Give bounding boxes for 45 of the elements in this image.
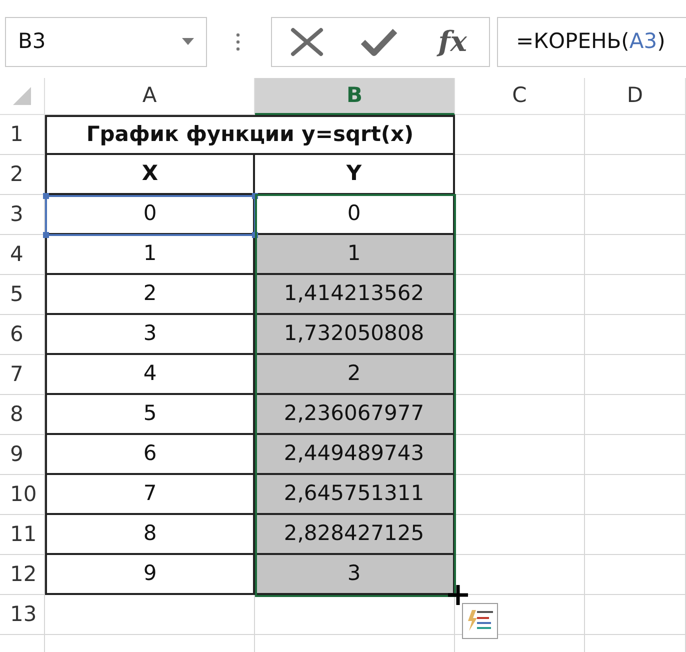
table-cell: X (45, 155, 255, 195)
insert-function-button[interactable]: fx (434, 20, 471, 62)
table-cell: 6 (45, 435, 255, 475)
check-button[interactable] (360, 26, 398, 56)
column-header[interactable]: A (45, 78, 255, 115)
row-header[interactable]: 13 (0, 595, 45, 635)
name-box[interactable]: B3 (5, 16, 207, 66)
row-header[interactable]: 5 (0, 275, 45, 315)
row-header[interactable]: 8 (0, 395, 45, 435)
quick-analysis-button[interactable] (462, 603, 498, 639)
table-cell: 8 (45, 515, 255, 555)
table-cell: 4 (45, 355, 255, 395)
crosshair-cursor-icon (447, 584, 469, 606)
table-cell: График функции y=sqrt(x) (45, 115, 455, 155)
table-cell: 3 (255, 555, 455, 595)
row-header[interactable]: 10 (0, 475, 45, 515)
row-header[interactable]: 11 (0, 515, 45, 555)
table-cell: 7 (45, 475, 255, 515)
row-header[interactable]: 1 (0, 115, 45, 155)
table-cell: Y (255, 155, 455, 195)
row-header[interactable]: 12 (0, 555, 45, 595)
row-header[interactable]: 9 (0, 435, 45, 475)
table-cell: 9 (45, 555, 255, 595)
table-cell: 2,828427125 (255, 515, 455, 555)
column-header[interactable]: B (255, 78, 455, 115)
cancel-button[interactable] (290, 26, 324, 56)
table-cell: 1 (45, 235, 255, 275)
table-cell: 2 (45, 275, 255, 315)
row-header[interactable]: 4 (0, 235, 45, 275)
dropdown-caret-icon[interactable] (182, 38, 194, 45)
row-header[interactable]: 7 (0, 355, 45, 395)
grip-dots-icon[interactable] (236, 32, 240, 50)
row-header[interactable]: 2 (0, 155, 45, 195)
table-cell: 1 (255, 235, 455, 275)
table-cell: 2,236067977 (255, 395, 455, 435)
column-header[interactable]: D (585, 78, 686, 115)
table-cell: 5 (45, 395, 255, 435)
table-cell: 2,645751311 (255, 475, 455, 515)
table-cell: 2,449489743 (255, 435, 455, 475)
column-header[interactable]: C (455, 78, 585, 115)
row-header[interactable]: 6 (0, 315, 45, 355)
table-cell: 3 (45, 315, 255, 355)
table-cell: 1,414213562 (255, 275, 455, 315)
table-cell: 2 (255, 355, 455, 395)
table-cell: 1,732050808 (255, 315, 455, 355)
